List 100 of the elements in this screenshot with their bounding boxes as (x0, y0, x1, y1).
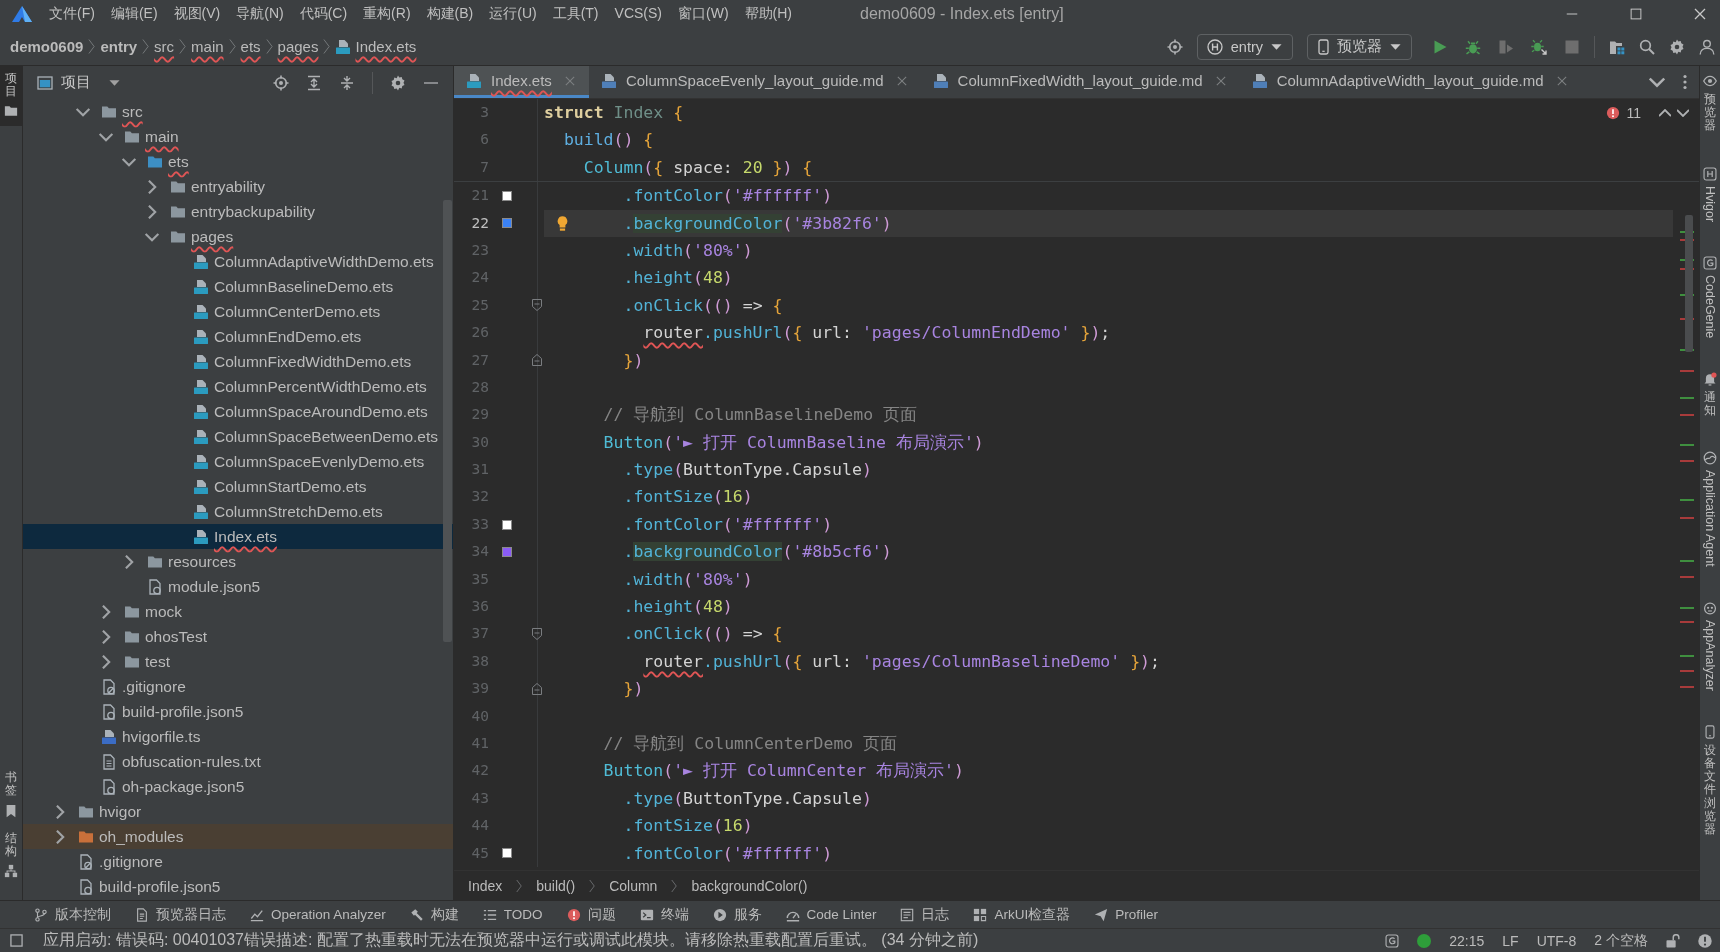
tree-item[interactable]: ColumnStretchDemo.ets (23, 499, 453, 524)
hide-icon[interactable] (423, 81, 439, 84)
tree-item[interactable]: ColumnSpaceAroundDemo.ets (23, 399, 453, 424)
bug-icon[interactable] (1465, 38, 1481, 55)
crosshair-icon[interactable] (273, 74, 289, 91)
menu-item[interactable]: 视图(V) (173, 5, 221, 23)
tree-item[interactable]: pages (23, 224, 453, 249)
tree-item[interactable]: oh_modules (23, 824, 453, 849)
tree-item[interactable]: oh-package.json5 (23, 774, 453, 799)
breadcrumb-item[interactable]: src (154, 33, 175, 60)
tool-window-button[interactable]: Application Agent (1703, 451, 1717, 567)
tree-item[interactable]: module.json5 (23, 574, 453, 599)
tool-window-button[interactable]: Operation Analyzer (250, 907, 386, 922)
tree-item[interactable]: hvigor (23, 799, 453, 824)
menu-item[interactable]: 运行(U) (489, 5, 537, 23)
tree-item[interactable]: entryability (23, 174, 453, 199)
menu-item[interactable]: VCS(S) (614, 5, 662, 23)
tree-item[interactable]: Index.ets (23, 524, 453, 549)
line-separator[interactable]: LF (1502, 932, 1519, 949)
tool-window-button[interactable]: CodeGenie (1703, 255, 1717, 338)
tree-item[interactable]: ColumnStartDemo.ets (23, 474, 453, 499)
g-square-icon[interactable] (1385, 933, 1400, 948)
scrollbar-thumb[interactable] (443, 200, 452, 642)
tree-item[interactable]: mock (23, 599, 453, 624)
editor-tab[interactable]: ColumnAdaptiveWidth_layout_guide.md (1239, 66, 1581, 98)
chevron-right-icon[interactable] (99, 629, 113, 644)
tree-item[interactable]: ColumnBaselineDemo.ets (23, 274, 453, 299)
tree-item[interactable]: test (23, 649, 453, 674)
bug-arrow-icon[interactable] (1531, 38, 1547, 55)
chevron-right-icon[interactable] (53, 829, 67, 844)
breadcrumb-item[interactable]: demo0609 (10, 33, 84, 60)
editor-tab[interactable]: Index.ets (454, 66, 589, 98)
collapse-all-icon[interactable] (339, 74, 355, 91)
settings-icon[interactable] (1669, 38, 1685, 55)
tree-item[interactable]: entrybackupability (23, 199, 453, 224)
menu-item[interactable]: 帮助(H) (744, 5, 792, 23)
breadcrumb-item[interactable]: build() (536, 877, 576, 894)
breadcrumb-item[interactable]: pages (277, 33, 319, 60)
tree-item[interactable]: ColumnAdaptiveWidthDemo.ets (23, 249, 453, 274)
alert-icon[interactable] (1698, 933, 1712, 948)
tree-item[interactable]: resources (23, 549, 453, 574)
chevron-right-icon[interactable] (53, 804, 67, 819)
tree-item[interactable]: ColumnPercentWidthDemo.ets (23, 374, 453, 399)
fold-marker-icon[interactable] (532, 682, 542, 695)
tool-window-button[interactable]: AppAnalyzer (1703, 600, 1717, 691)
chevron-right-icon[interactable] (99, 654, 113, 669)
fold-marker-icon[interactable] (532, 354, 542, 367)
scrollbar-thumb[interactable] (1685, 215, 1693, 352)
close-icon[interactable] (1694, 8, 1706, 20)
tree-item[interactable]: ohosTest (23, 624, 453, 649)
tool-window-button[interactable]: 预览器日志 (135, 905, 226, 924)
tool-window-button[interactable]: 预览器 (1703, 74, 1717, 133)
breadcrumb-item[interactable]: Index.ets (335, 33, 417, 60)
tree-item[interactable]: ColumnCenterDemo.ets (23, 299, 453, 324)
color-swatch-icon[interactable] (501, 519, 512, 530)
menu-item[interactable]: 代码(C) (299, 5, 348, 23)
device-dropdown[interactable]: 预览器 (1307, 33, 1412, 60)
tree-item[interactable]: build-profile.json5 (23, 699, 453, 724)
tree-item[interactable]: ets (23, 149, 453, 174)
panel-title-dropdown[interactable]: 项目 (37, 73, 120, 92)
file-encoding[interactable]: UTF-8 (1536, 932, 1577, 949)
tree-item[interactable]: ColumnFixedWidthDemo.ets (23, 349, 453, 374)
menu-item[interactable]: 工具(T) (552, 5, 599, 23)
color-swatch-icon[interactable] (501, 218, 512, 229)
tree-item[interactable]: main (23, 124, 453, 149)
chevron-right-icon[interactable] (122, 554, 136, 569)
settings-icon[interactable] (390, 74, 406, 91)
tool-window-button[interactable]: Hvigor (1703, 166, 1717, 222)
menu-item[interactable]: 编辑(E) (110, 5, 158, 23)
tool-window-button[interactable]: Code Linter (785, 907, 877, 922)
square-icon[interactable] (10, 934, 23, 947)
more-icon[interactable] (1683, 74, 1687, 90)
unlock-icon[interactable] (1666, 933, 1680, 948)
lightbulb-icon[interactable] (557, 215, 568, 231)
tool-window-button[interactable]: 项目 (0, 66, 22, 127)
status-message[interactable]: 应用启动: 错误码: 00401037错误描述: 配置了热重载时无法在预览器中运行或调试此模块。请移除热重载配置后重试。 (34 分钟之前) (43, 930, 979, 951)
tool-window-button[interactable]: 设备文件浏览器 (1703, 724, 1717, 837)
menu-item[interactable]: 导航(N) (236, 5, 284, 23)
tool-window-button[interactable]: 问题 (566, 905, 616, 924)
fold-marker-icon[interactable] (532, 628, 542, 641)
tree-item[interactable]: build-profile.json5 (23, 874, 453, 899)
tree-item[interactable]: ColumnEndDemo.ets (23, 324, 453, 349)
breadcrumb-item[interactable]: entry (100, 33, 138, 60)
tree-item[interactable]: obfuscation-rules.txt (23, 749, 453, 774)
chevron-right-icon[interactable] (145, 204, 159, 219)
tool-window-button[interactable]: TODO (482, 907, 543, 922)
user-icon[interactable] (1699, 38, 1715, 55)
play-icon[interactable] (1432, 38, 1448, 55)
breadcrumb-item[interactable]: main (191, 33, 224, 60)
breadcrumb-item[interactable]: Column (609, 877, 658, 894)
tool-window-button[interactable]: 构建 (409, 905, 459, 924)
problem-count[interactable]: 11 (1626, 105, 1641, 121)
chevron-down-icon[interactable] (1677, 109, 1689, 117)
tree-item[interactable]: src (23, 99, 453, 124)
editor-tab[interactable]: ColumnFixedWidth_layout_guide.md (920, 66, 1240, 98)
chevron-right-icon[interactable] (99, 604, 113, 619)
module-dropdown[interactable]: entry (1196, 33, 1293, 60)
breadcrumb-item[interactable]: ets (240, 33, 261, 60)
indent-setting[interactable]: 2 个空格 (1594, 931, 1648, 950)
tree-item[interactable]: hvigorfile.ts (23, 724, 453, 749)
